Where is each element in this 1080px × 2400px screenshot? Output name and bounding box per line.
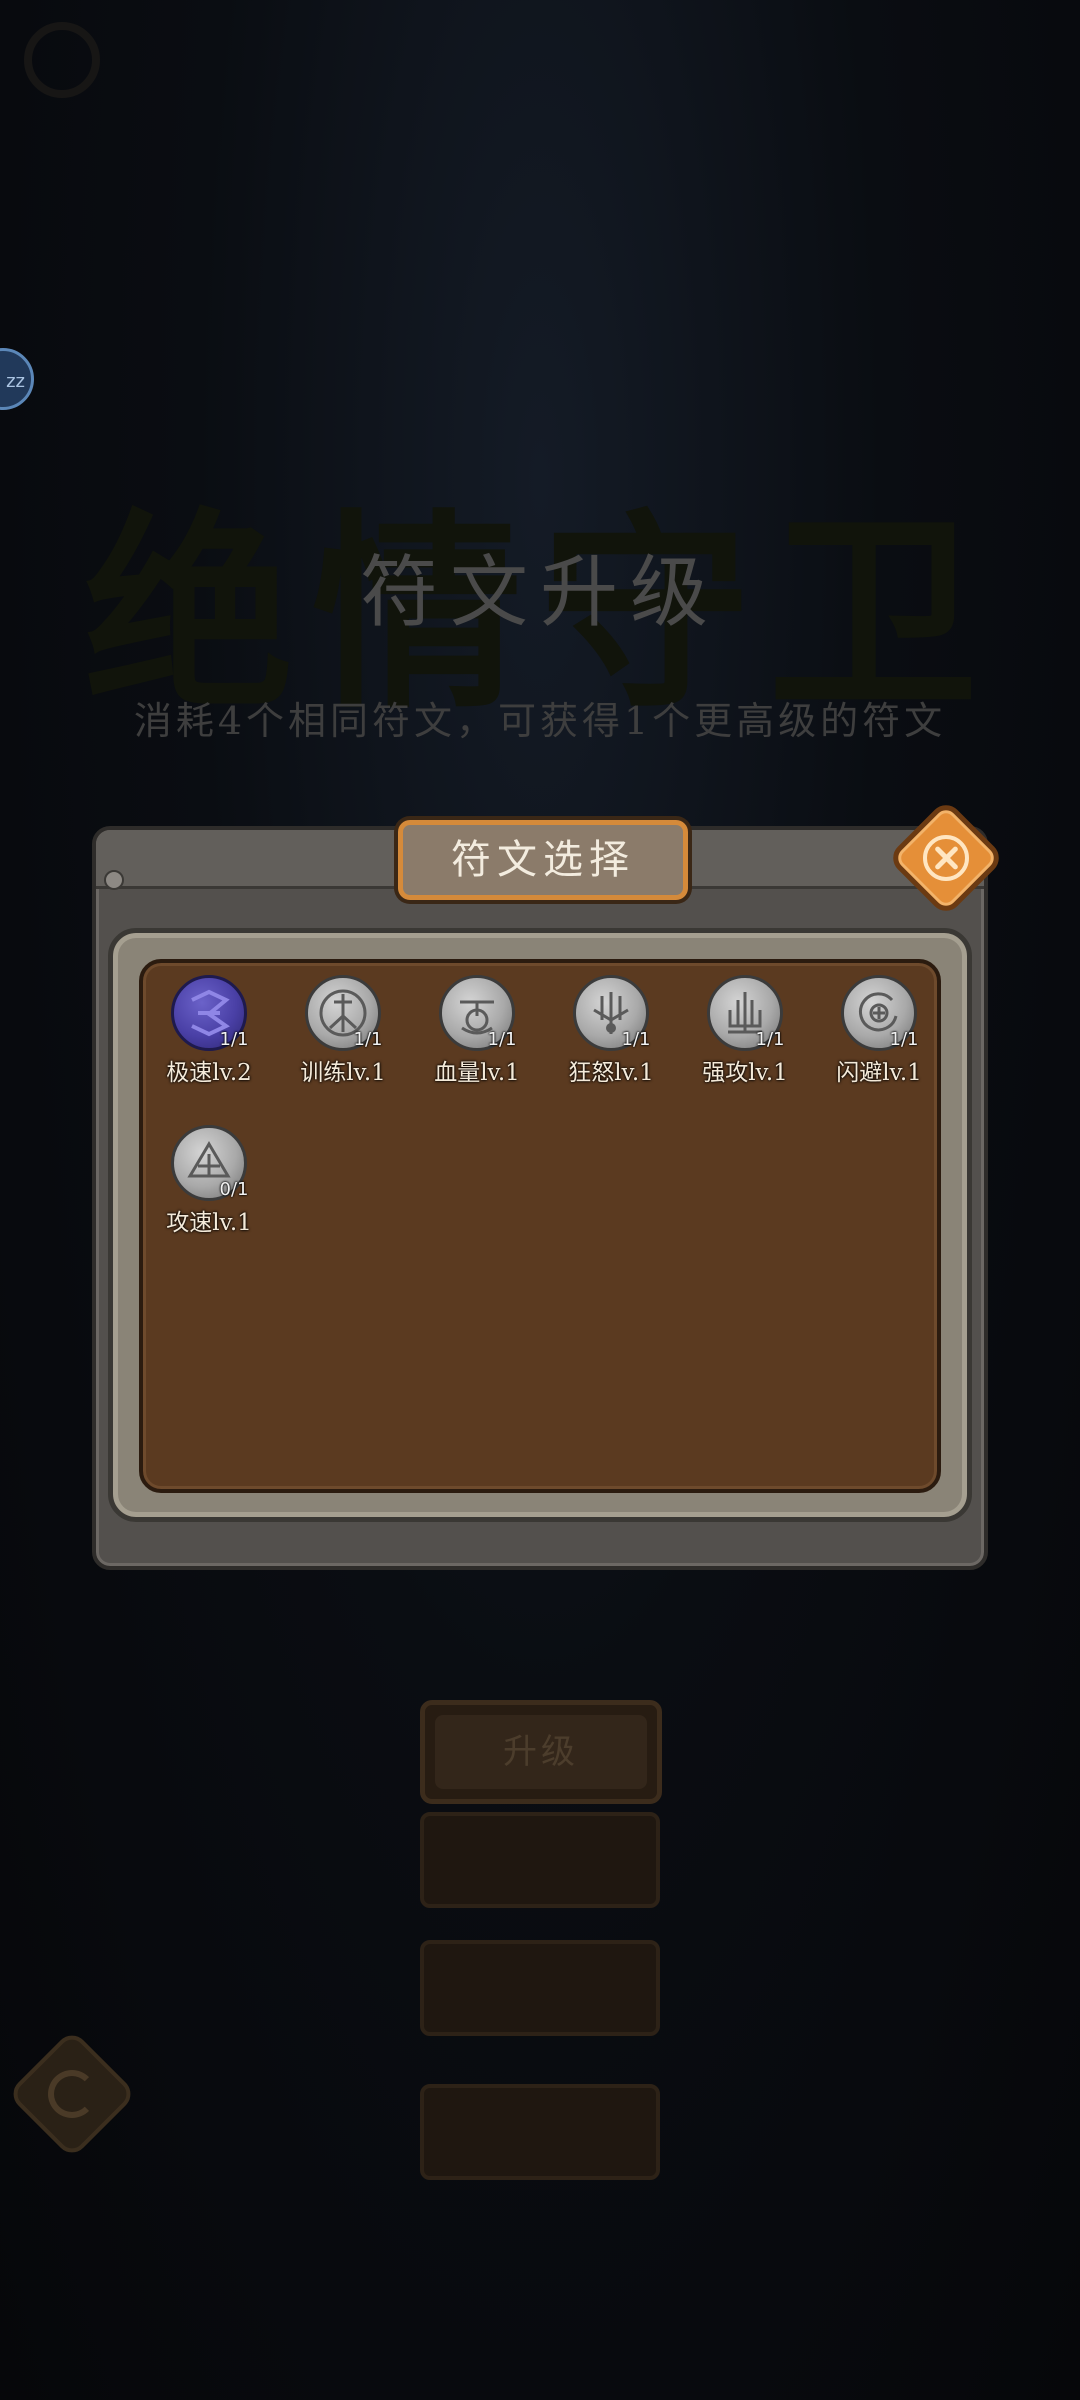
page-subtitle: 消耗4个相同符文，可获得1个更高级的符文 xyxy=(133,699,947,743)
rune-item[interactable]: 1/1 闪避lv.1 xyxy=(819,975,929,1105)
rune-count: 1/1 xyxy=(487,1029,517,1050)
rune-list-panel: 1/1 极速lv.2 1/1 训练lv.1 1/1 血量lv.1 1/1 狂怒l… xyxy=(139,959,941,1493)
rune-name: 训练lv.1 xyxy=(300,1060,386,1086)
rune-item[interactable]: 1/1 强攻lv.1 xyxy=(685,975,795,1105)
rune-count: 0/1 xyxy=(219,1179,249,1200)
back-arrow-icon xyxy=(48,2070,96,2118)
background-button-4[interactable] xyxy=(420,2084,660,2180)
rune-item[interactable]: 1/1 狂怒lv.1 xyxy=(551,975,661,1105)
rune-name: 强攻lv.1 xyxy=(702,1060,788,1086)
rune-count: 1/1 xyxy=(755,1029,785,1050)
rune-select-dialog: 符文选择 1/1 极速lv.2 1/1 训练lv.1 1/1 血量lv.1 1/… xyxy=(92,798,1006,1570)
gear-icon[interactable] xyxy=(24,22,100,98)
rune-item[interactable]: 0/1 攻速lv.1 xyxy=(149,1125,259,1255)
rune-name: 极速lv.2 xyxy=(166,1060,252,1086)
upgrade-button[interactable]: 升级 xyxy=(420,1700,662,1804)
rune-count: 1/1 xyxy=(889,1029,919,1050)
rune-item[interactable]: 1/1 血量lv.1 xyxy=(417,975,527,1105)
rune-list-frame: 1/1 极速lv.2 1/1 训练lv.1 1/1 血量lv.1 1/1 狂怒l… xyxy=(108,928,972,1522)
rune-name: 血量lv.1 xyxy=(434,1060,520,1086)
background-button-3[interactable] xyxy=(420,1940,660,2036)
rune-name: 狂怒lv.1 xyxy=(568,1060,654,1086)
page-title: 符文升级 xyxy=(359,548,720,638)
rune-item[interactable]: 1/1 极速lv.2 xyxy=(149,975,259,1105)
rune-count: 1/1 xyxy=(621,1029,651,1050)
rune-count: 1/1 xyxy=(353,1029,383,1050)
dialog-title: 符文选择 xyxy=(398,820,688,900)
rivet xyxy=(104,870,124,890)
close-icon xyxy=(923,835,969,881)
rune-item[interactable]: 1/1 训练lv.1 xyxy=(283,975,393,1105)
upgrade-button-label: 升级 xyxy=(435,1715,647,1789)
rune-count: 1/1 xyxy=(219,1029,249,1050)
rune-name: 攻速lv.1 xyxy=(166,1210,252,1236)
rune-name: 闪避lv.1 xyxy=(836,1060,922,1086)
background-button-2[interactable] xyxy=(420,1812,660,1908)
